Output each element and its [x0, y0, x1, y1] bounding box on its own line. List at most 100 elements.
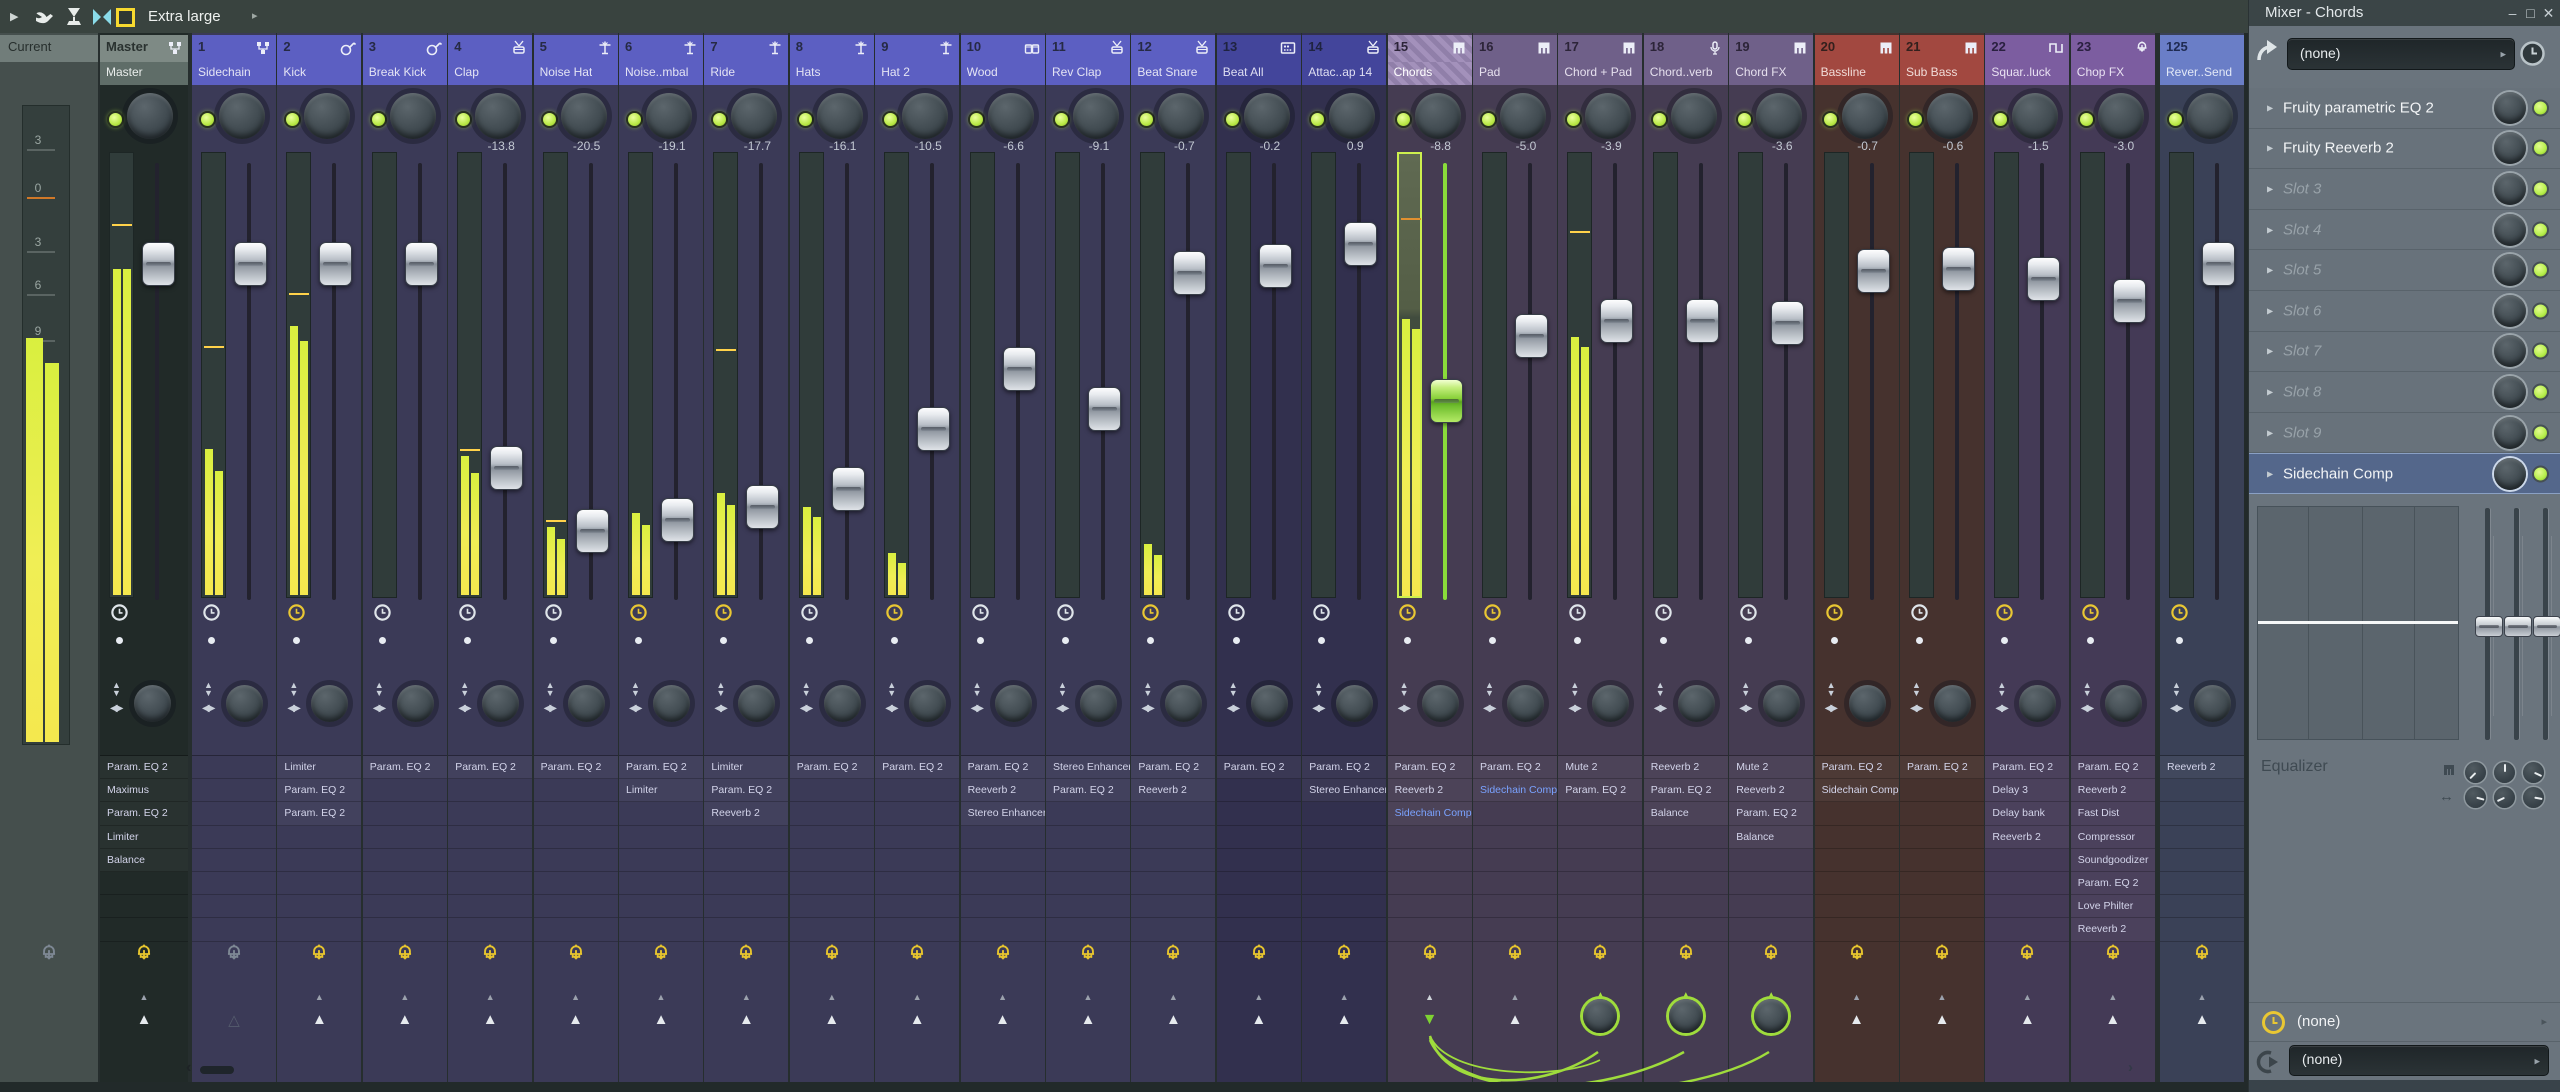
eq-gain-knob-1[interactable]: [2465, 762, 2486, 783]
strip-header[interactable]: 17: [1558, 35, 1643, 62]
plugin-slot-empty[interactable]: [277, 826, 362, 849]
plugin-slot[interactable]: Param. EQ 2: [2070, 871, 2155, 896]
plugin-slot[interactable]: Maximus: [100, 779, 188, 803]
stereo-separation-knob[interactable]: [653, 685, 690, 722]
stereo-separation-knob[interactable]: [482, 685, 520, 722]
mute-dot[interactable]: [1232, 637, 1240, 644]
strip-header[interactable]: 18: [1643, 35, 1728, 62]
route-to-master-icon[interactable]: ▲: [1131, 1011, 1215, 1028]
plugin-slot[interactable]: Param. EQ 2: [1814, 756, 1899, 780]
plugin-slot-empty[interactable]: [1216, 872, 1301, 896]
output-target-icon[interactable]: [2255, 1048, 2283, 1076]
track-delay-clock-icon[interactable]: [1398, 603, 1417, 622]
plugin-slot[interactable]: Stereo Enhancer: [1302, 779, 1387, 803]
effect-slot-6[interactable]: ▶ Slot 6: [2249, 291, 2560, 332]
stereo-separation-knob[interactable]: [1848, 685, 1886, 722]
track-delay-clock-icon[interactable]: [1995, 603, 2014, 622]
plugin-slot[interactable]: Reeverb 2: [1729, 779, 1814, 803]
plugin-slot[interactable]: Param. EQ 2: [1729, 802, 1814, 826]
strip-header-name[interactable]: Bassline: [1814, 62, 1899, 85]
plugin-slot-empty[interactable]: [619, 895, 703, 919]
volume-fader[interactable]: [234, 242, 267, 286]
plugin-slot-empty[interactable]: [960, 849, 1045, 872]
plugin-slot-empty[interactable]: [875, 826, 960, 849]
strip-enable-led[interactable]: [1223, 111, 1241, 128]
swap-channels-icon[interactable]: ▲ ▼: [289, 681, 298, 698]
output-plug-icon[interactable]: [565, 943, 589, 967]
volume-fader[interactable]: [1002, 347, 1036, 391]
track-delay-clock-icon[interactable]: [1483, 603, 1502, 622]
fader-track[interactable]: [2215, 163, 2219, 600]
plugin-slot-empty[interactable]: [362, 872, 447, 896]
strip-header-name[interactable]: Hats: [789, 62, 874, 85]
plugin-slot[interactable]: Reeverb 2: [2160, 756, 2244, 780]
stereo-separation-knob[interactable]: [823, 685, 861, 722]
output-plug-icon[interactable]: [133, 943, 157, 967]
strip-header[interactable]: 13: [1216, 35, 1301, 62]
route-up-small-icon[interactable]: ▲: [2160, 992, 2244, 1002]
input-source-select[interactable]: (none) ▸: [2287, 38, 2515, 70]
strip-header-name[interactable]: Chord..verb: [1643, 62, 1728, 85]
plugin-slot-empty[interactable]: [789, 802, 874, 826]
plugin-slot[interactable]: Param. EQ 2: [1473, 756, 1557, 780]
stereo-separation-knob[interactable]: [1507, 685, 1544, 722]
plugin-slot-empty[interactable]: [1558, 872, 1643, 896]
output-plug-icon[interactable]: [1931, 943, 1955, 967]
color-swatch-icon[interactable]: [116, 8, 135, 27]
volume-fader[interactable]: [661, 498, 694, 542]
pan-knob[interactable]: [1073, 93, 1119, 139]
output-plug-icon[interactable]: [906, 943, 930, 967]
strip-header-name[interactable]: Master: [100, 62, 188, 85]
volume-fader[interactable]: [2112, 279, 2146, 323]
slot-expand-icon[interactable]: ▶: [2267, 469, 2273, 478]
route-to-master-icon[interactable]: ▲: [1985, 1011, 2069, 1028]
swap-channels-icon[interactable]: ▲ ▼: [1058, 681, 1067, 698]
plugin-slot-empty[interactable]: [1046, 849, 1130, 872]
track-delay-clock-icon[interactable]: [2081, 603, 2100, 622]
sidechain-send-knob[interactable]: [1583, 999, 1618, 1033]
mute-dot[interactable]: [464, 637, 472, 644]
plugin-slot[interactable]: Param. EQ 2: [1131, 756, 1216, 780]
strip-header-name[interactable]: Sub Bass: [1900, 62, 1984, 85]
swap-channels-icon[interactable]: ▲ ▼: [716, 681, 725, 698]
strip-header[interactable]: 23: [2070, 35, 2155, 62]
plugin-slot-empty[interactable]: [1473, 895, 1557, 919]
route-up-small-icon[interactable]: ▲: [1985, 992, 2069, 1002]
plugin-slot-empty[interactable]: [1558, 849, 1643, 872]
route-to-master-icon[interactable]: ▲: [448, 1011, 532, 1028]
fader-track[interactable]: [1186, 163, 1191, 600]
plugin-slot-empty[interactable]: [1131, 895, 1216, 919]
slot-enable-led[interactable]: [2532, 424, 2549, 442]
volume-fader[interactable]: [2202, 242, 2235, 286]
stereo-separation-knob[interactable]: [1763, 685, 1801, 722]
pan-knob[interactable]: [219, 93, 265, 139]
plugin-slot[interactable]: Mute 2: [1729, 756, 1814, 780]
route-to-master-icon[interactable]: ▲: [1900, 1011, 1984, 1028]
plugin-slot[interactable]: Balance: [1643, 802, 1728, 826]
plugin-slot-empty[interactable]: [1900, 779, 1984, 803]
plugin-slot-empty[interactable]: [1814, 826, 1899, 849]
strip-header-name[interactable]: Noise..mbal: [619, 62, 703, 85]
mute-dot[interactable]: [1147, 637, 1155, 644]
effect-slot-5[interactable]: ▶ Slot 5: [2249, 250, 2560, 291]
plugin-slot-empty[interactable]: [875, 802, 960, 826]
plugin-slot-empty[interactable]: [789, 826, 874, 849]
volume-fader[interactable]: [1942, 247, 1975, 291]
route-to-master-icon[interactable]: ▲: [534, 1011, 618, 1028]
swap-channels-icon[interactable]: ▲ ▼: [631, 681, 640, 698]
plugin-slot-empty[interactable]: [1216, 895, 1301, 919]
swap-channels-icon[interactable]: ▲ ▼: [112, 681, 121, 698]
plugin-slot-empty[interactable]: [277, 918, 362, 942]
strip-enable-led[interactable]: [711, 111, 729, 128]
fader-track[interactable]: [247, 163, 251, 600]
stereo-separation-knob[interactable]: [2019, 685, 2057, 722]
output-plug-icon[interactable]: [38, 943, 62, 967]
plugin-slot-empty[interactable]: [1643, 826, 1728, 849]
plugin-slot-empty[interactable]: [1302, 895, 1387, 919]
route-to-master-icon[interactable]: ▲: [1302, 1011, 1386, 1028]
slot-expand-icon[interactable]: ▶: [2267, 103, 2273, 112]
volume-fader[interactable]: [1173, 251, 1207, 295]
plugin-slot-empty[interactable]: [875, 779, 960, 803]
pan-knob[interactable]: [560, 93, 607, 139]
swap-channels-icon[interactable]: ▲ ▼: [204, 681, 213, 698]
